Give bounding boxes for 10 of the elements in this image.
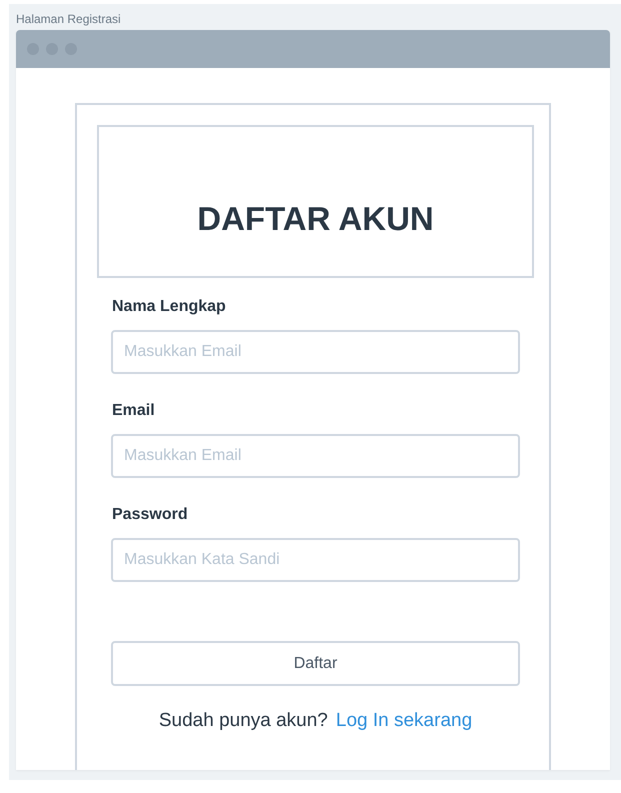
login-prompt: Sudah punya akun? bbox=[158, 710, 328, 732]
input-field[interactable]: Masukkan Email bbox=[111, 330, 520, 374]
field-label: Password bbox=[112, 506, 189, 524]
register-button[interactable]: Daftar bbox=[111, 641, 520, 686]
field-label: Nama Lengkap bbox=[112, 298, 227, 316]
form-heading: DAFTAR AKUN bbox=[197, 200, 434, 238]
input-field[interactable]: Masukkan Email bbox=[111, 434, 520, 478]
field-label: Email bbox=[112, 402, 156, 420]
frame-title: Halaman Registrasi bbox=[16, 12, 122, 28]
input-field[interactable]: Masukkan Kata Sandi bbox=[111, 538, 520, 582]
